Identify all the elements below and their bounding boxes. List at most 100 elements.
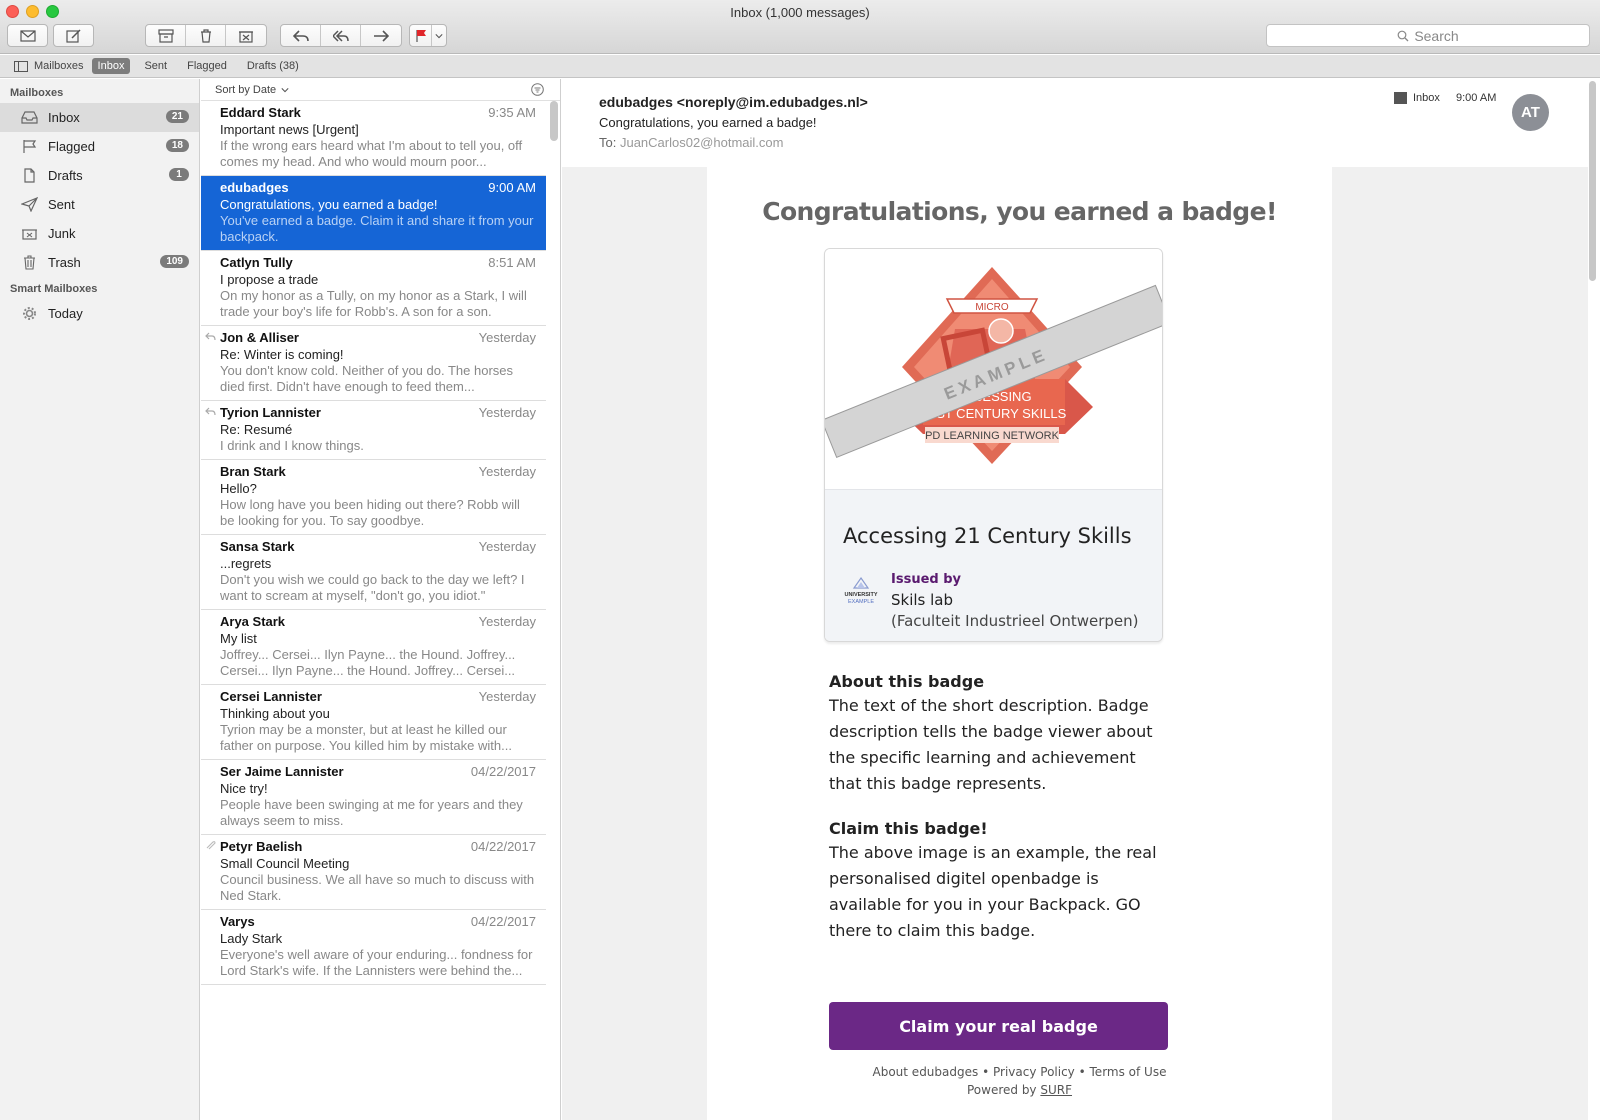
favorites-sent[interactable]: Sent [138, 58, 173, 74]
search-field[interactable]: Search [1266, 24, 1590, 47]
message-preview: Don't you wish we could go back to the d… [220, 572, 525, 603]
message-row[interactable]: Tyrion Lannister Yesterday Re: Resumé I dri… [201, 401, 546, 460]
message-from: Eddard Stark [220, 105, 301, 120]
sidebar-item-sent[interactable]: Sent [0, 190, 199, 219]
message-preview: If the wrong ears heard what I'm about t… [220, 138, 523, 169]
badge-image: MICRO ASSESSING 21ST CENTURY SKILLS PD L… [825, 249, 1162, 489]
sidebar-item-flagged[interactable]: Flagged 18 [0, 132, 199, 161]
favorites-mailboxes[interactable]: Mailboxes [14, 60, 84, 72]
message-row[interactable]: Varys 04/22/2017 Lady Stark Everyone's well… [201, 910, 546, 985]
message-row[interactable]: edubadges 9:00 AM Congratulations, you ear… [201, 176, 546, 251]
message-subject: Lady Stark [220, 931, 283, 946]
flag-button[interactable] [410, 25, 432, 46]
forward-button[interactable] [361, 25, 401, 46]
message-row[interactable]: Ser Jaime Lannister 04/22/2017 Nice try! Pe… [201, 760, 546, 835]
message-date: 8:51 AM [488, 255, 536, 270]
replied-icon [205, 407, 216, 416]
issuer-department: (Faculteit Industrieel Ontwerpen) [891, 612, 1139, 630]
compose-button[interactable] [53, 24, 94, 47]
message-from: Jon & Alliser [220, 330, 299, 345]
list-scrollbar[interactable] [550, 101, 558, 141]
message-from: Cersei Lannister [220, 689, 322, 704]
message-subject: Re: Winter is coming! [220, 347, 344, 362]
badge-card: MICRO ASSESSING 21ST CENTURY SKILLS PD L… [824, 248, 1163, 642]
footer-surf-link[interactable]: SURF [1040, 1083, 1072, 1097]
sidebar-item-inbox[interactable]: Inbox 21 [0, 103, 199, 132]
sidebar-header-smart: Smart Mailboxes [10, 283, 98, 295]
flag-icon [22, 140, 36, 153]
message-row[interactable]: Sansa Stark Yesterday ...regrets Don't you … [201, 535, 546, 610]
sidebar-item-junk[interactable]: Junk [0, 219, 199, 248]
claim-badge-button[interactable]: Claim your real badge [829, 1002, 1168, 1050]
message-row[interactable]: Catlyn Tully 8:51 AM I propose a trade On m… [201, 251, 546, 326]
archive-button[interactable] [146, 25, 186, 46]
favorites-flagged[interactable]: Flagged [181, 58, 233, 74]
flag-dropdown[interactable] [432, 25, 446, 46]
message-from: Bran Stark [220, 464, 286, 479]
message-subject: Thinking about you [220, 706, 330, 721]
reading-pane-scrollbar[interactable] [1589, 81, 1596, 281]
message-rows: Eddard Stark 9:35 AM Important news [Urgen… [201, 101, 546, 985]
message-date: Yesterday [478, 614, 536, 629]
logo-line-1: UNIVERSITY [844, 592, 877, 598]
search-icon [1397, 30, 1409, 41]
message-preview: You don't know cold. Neither of you do. … [220, 363, 514, 394]
footer-about-link[interactable]: About edubadges [873, 1065, 979, 1079]
favorites-inbox[interactable]: Inbox [91, 58, 131, 74]
sort-control[interactable]: Sort by Date [201, 79, 560, 101]
message-preview: Council business. We all have so much to… [220, 872, 535, 903]
delete-button[interactable] [186, 25, 226, 46]
attachment-icon [206, 841, 216, 850]
badge-info: Accessing 21 Century Skills UNIVERSITY E… [825, 489, 1162, 641]
message-header: edubadges <noreply@im.edubadges.nl> Cong… [562, 79, 1588, 167]
sidebar-item-trash[interactable]: Trash 109 [0, 248, 199, 277]
message-subject: My list [220, 631, 257, 646]
email-body: Congratulations, you earned a badge! MIC… [562, 167, 1588, 1120]
archive-icon [157, 28, 174, 43]
claim-badge-section: Claim this badge! The above image is an … [829, 819, 1164, 944]
drafts-count-badge: 1 [169, 168, 189, 181]
message-row[interactable]: Petyr Baelish 04/22/2017 Small Council Mee… [201, 835, 546, 910]
sidebar-item-label: Inbox [48, 110, 80, 125]
get-mail-button[interactable] [7, 24, 48, 47]
message-row[interactable]: Arya Stark Yesterday My list Joffrey... Cer… [201, 610, 546, 685]
message-date: 04/22/2017 [470, 839, 536, 854]
flag-menu-button[interactable] [409, 24, 447, 47]
favorites-drafts[interactable]: Drafts (38) [241, 58, 305, 74]
favorites-bar: Mailboxes Inbox Sent Flagged Drafts (38) [0, 55, 1600, 78]
about-badge-section: About this badge The text of the short d… [829, 672, 1164, 797]
message-subject: Nice try! [220, 781, 268, 796]
message-list: Sort by Date Eddard Stark 9:35 AM Importan… [201, 79, 561, 1120]
favorites-mailboxes-label: Mailboxes [34, 60, 84, 72]
message-row[interactable]: Cersei Lannister Yesterday Thinking about … [201, 685, 546, 760]
to-address[interactable]: JuanCarlos02@hotmail.com [620, 135, 784, 150]
email-footer: About edubadges • Privacy Policy • Terms… [707, 1063, 1332, 1099]
footer-privacy-link[interactable]: Privacy Policy [993, 1065, 1075, 1079]
sidebar-item-today[interactable]: Today [0, 299, 199, 328]
reply-button[interactable] [281, 25, 321, 46]
filter-icon[interactable] [531, 83, 544, 96]
claim-badge-text: The above image is an example, the real … [829, 843, 1157, 940]
sort-label: Sort by Date [215, 83, 277, 96]
message-subject: Small Council Meeting [220, 856, 350, 871]
about-badge-text: The text of the short description. Badge… [829, 696, 1153, 793]
message-actions-group [145, 24, 267, 47]
search-placeholder: Search [1414, 27, 1459, 44]
compose-icon [65, 28, 81, 43]
sidebar-item-label: Sent [48, 197, 75, 212]
reply-all-button[interactable] [321, 25, 361, 46]
junk-button[interactable] [226, 25, 266, 46]
message-preview: On my honor as a Tully, on my honor as a… [220, 288, 527, 319]
message-date: 9:00 AM [488, 180, 536, 195]
message-from: Varys [220, 914, 255, 929]
message-date: Yesterday [478, 405, 536, 420]
message-row[interactable]: Eddard Stark 9:35 AM Important news [Urgen… [201, 101, 546, 176]
unread-count-badge: 21 [165, 110, 189, 123]
footer-terms-link[interactable]: Terms of Use [1090, 1065, 1167, 1079]
red-flag-icon [415, 29, 426, 42]
message-row[interactable]: Jon & Alliser Yesterday Re: Winter is comi… [201, 326, 546, 401]
message-row[interactable]: Bran Stark Yesterday Hello? How long have y… [201, 460, 546, 535]
message-subject: Hello? [220, 481, 257, 496]
document-icon [23, 168, 35, 183]
sidebar-item-drafts[interactable]: Drafts 1 [0, 161, 199, 190]
